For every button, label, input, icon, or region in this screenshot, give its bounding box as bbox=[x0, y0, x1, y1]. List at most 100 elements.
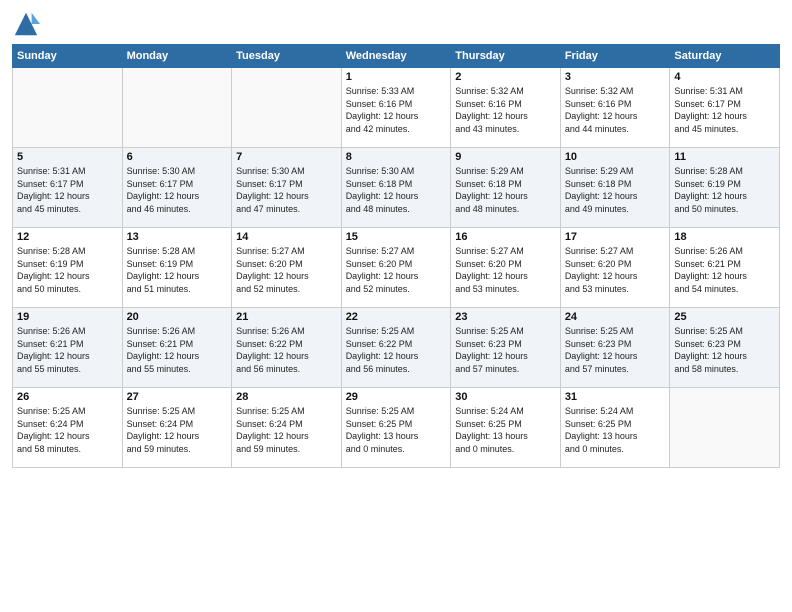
day-detail: Sunrise: 5:25 AM Sunset: 6:22 PM Dayligh… bbox=[346, 325, 447, 375]
calendar-cell: 1 Sunrise: 5:33 AM Sunset: 6:16 PM Daylig… bbox=[341, 68, 451, 148]
calendar-cell: 12 Sunrise: 5:28 AM Sunset: 6:19 PM Dayli… bbox=[13, 228, 123, 308]
weekday-header-row: SundayMondayTuesdayWednesdayThursdayFrid… bbox=[13, 45, 780, 68]
calendar-cell: 10 Sunrise: 5:29 AM Sunset: 6:18 PM Dayli… bbox=[560, 148, 670, 228]
calendar-cell: 25Sunrise: 5:25 AM Sunset: 6:23 PM Dayli… bbox=[670, 308, 780, 388]
calendar-cell: 29 Sunrise: 5:25 AM Sunset: 6:25 PM Dayli… bbox=[341, 388, 451, 468]
day-number: 24 bbox=[565, 311, 666, 323]
day-number: 9 bbox=[455, 151, 556, 163]
day-number: 2 bbox=[455, 71, 556, 83]
weekday-header: Monday bbox=[122, 45, 232, 68]
calendar-week-row: 5 Sunrise: 5:31 AM Sunset: 6:17 PM Daylig… bbox=[13, 148, 780, 228]
calendar-cell: 16 Sunrise: 5:27 AM Sunset: 6:20 PM Dayli… bbox=[451, 228, 561, 308]
calendar-cell: 8 Sunrise: 5:30 AM Sunset: 6:18 PM Daylig… bbox=[341, 148, 451, 228]
calendar-cell: 21 Sunrise: 5:26 AM Sunset: 6:22 PM Dayli… bbox=[232, 308, 342, 388]
day-number: 7 bbox=[236, 151, 337, 163]
logo bbox=[12, 10, 44, 38]
day-detail: Sunrise: 5:31 AM Sunset: 6:17 PM Dayligh… bbox=[674, 85, 775, 135]
day-number: 3 bbox=[565, 71, 666, 83]
day-detail: Sunrise: 5:24 AM Sunset: 6:25 PM Dayligh… bbox=[565, 405, 666, 455]
weekday-header: Tuesday bbox=[232, 45, 342, 68]
calendar-cell: 13 Sunrise: 5:28 AM Sunset: 6:19 PM Dayli… bbox=[122, 228, 232, 308]
day-detail: Sunrise: 5:25 AM Sunset: 6:24 PM Dayligh… bbox=[236, 405, 337, 455]
day-number: 8 bbox=[346, 151, 447, 163]
calendar-cell: 22 Sunrise: 5:25 AM Sunset: 6:22 PM Dayli… bbox=[341, 308, 451, 388]
calendar-cell: 4 Sunrise: 5:31 AM Sunset: 6:17 PM Daylig… bbox=[670, 68, 780, 148]
day-number: 12 bbox=[17, 231, 118, 243]
logo-icon bbox=[12, 10, 40, 38]
day-detail: Sunrise: 5:30 AM Sunset: 6:17 PM Dayligh… bbox=[236, 165, 337, 215]
calendar-cell: 31 Sunrise: 5:24 AM Sunset: 6:25 PM Dayli… bbox=[560, 388, 670, 468]
day-number: 23 bbox=[455, 311, 556, 323]
calendar-cell: 5 Sunrise: 5:31 AM Sunset: 6:17 PM Daylig… bbox=[13, 148, 123, 228]
day-detail: Sunrise: 5:30 AM Sunset: 6:18 PM Dayligh… bbox=[346, 165, 447, 215]
day-detail: Sunrise: 5:27 AM Sunset: 6:20 PM Dayligh… bbox=[455, 245, 556, 295]
day-detail: Sunrise: 5:28 AM Sunset: 6:19 PM Dayligh… bbox=[127, 245, 228, 295]
day-number: 10 bbox=[565, 151, 666, 163]
day-number: 26 bbox=[17, 391, 118, 403]
calendar-cell: 15 Sunrise: 5:27 AM Sunset: 6:20 PM Dayli… bbox=[341, 228, 451, 308]
weekday-header: Sunday bbox=[13, 45, 123, 68]
day-number: 29 bbox=[346, 391, 447, 403]
calendar-cell: 23Sunrise: 5:25 AM Sunset: 6:23 PM Dayli… bbox=[451, 308, 561, 388]
day-detail: Sunrise: 5:29 AM Sunset: 6:18 PM Dayligh… bbox=[455, 165, 556, 215]
calendar-cell bbox=[670, 388, 780, 468]
day-detail: Sunrise: 5:25 AM Sunset: 6:25 PM Dayligh… bbox=[346, 405, 447, 455]
day-number: 5 bbox=[17, 151, 118, 163]
day-detail: Sunrise: 5:27 AM Sunset: 6:20 PM Dayligh… bbox=[565, 245, 666, 295]
day-number: 6 bbox=[127, 151, 228, 163]
day-detail: Sunrise: 5:26 AM Sunset: 6:21 PM Dayligh… bbox=[127, 325, 228, 375]
calendar-cell: 19 Sunrise: 5:26 AM Sunset: 6:21 PM Dayli… bbox=[13, 308, 123, 388]
day-number: 1 bbox=[346, 71, 447, 83]
day-number: 17 bbox=[565, 231, 666, 243]
day-number: 16 bbox=[455, 231, 556, 243]
calendar-cell: 24Sunrise: 5:25 AM Sunset: 6:23 PM Dayli… bbox=[560, 308, 670, 388]
day-number: 25 bbox=[674, 311, 775, 323]
day-number: 13 bbox=[127, 231, 228, 243]
day-number: 21 bbox=[236, 311, 337, 323]
day-detail: Sunrise: 5:29 AM Sunset: 6:18 PM Dayligh… bbox=[565, 165, 666, 215]
day-number: 30 bbox=[455, 391, 556, 403]
day-number: 28 bbox=[236, 391, 337, 403]
day-number: 31 bbox=[565, 391, 666, 403]
day-detail: Sunrise: 5:26 AM Sunset: 6:22 PM Dayligh… bbox=[236, 325, 337, 375]
day-number: 4 bbox=[674, 71, 775, 83]
calendar-cell bbox=[13, 68, 123, 148]
page-container: SundayMondayTuesdayWednesdayThursdayFrid… bbox=[0, 0, 792, 478]
day-detail: Sunrise: 5:26 AM Sunset: 6:21 PM Dayligh… bbox=[674, 245, 775, 295]
day-detail: Sunrise: 5:31 AM Sunset: 6:17 PM Dayligh… bbox=[17, 165, 118, 215]
calendar-cell bbox=[122, 68, 232, 148]
calendar-cell: 18 Sunrise: 5:26 AM Sunset: 6:21 PM Dayli… bbox=[670, 228, 780, 308]
day-detail: Sunrise: 5:27 AM Sunset: 6:20 PM Dayligh… bbox=[346, 245, 447, 295]
day-number: 22 bbox=[346, 311, 447, 323]
day-number: 19 bbox=[17, 311, 118, 323]
calendar-cell: 20 Sunrise: 5:26 AM Sunset: 6:21 PM Dayli… bbox=[122, 308, 232, 388]
day-detail: Sunrise: 5:24 AM Sunset: 6:25 PM Dayligh… bbox=[455, 405, 556, 455]
calendar-week-row: 12 Sunrise: 5:28 AM Sunset: 6:19 PM Dayli… bbox=[13, 228, 780, 308]
day-detail: Sunrise: 5:26 AM Sunset: 6:21 PM Dayligh… bbox=[17, 325, 118, 375]
day-number: 15 bbox=[346, 231, 447, 243]
day-number: 20 bbox=[127, 311, 228, 323]
calendar-week-row: 1 Sunrise: 5:33 AM Sunset: 6:16 PM Daylig… bbox=[13, 68, 780, 148]
weekday-header: Friday bbox=[560, 45, 670, 68]
weekday-header: Saturday bbox=[670, 45, 780, 68]
calendar-cell: 28 Sunrise: 5:25 AM Sunset: 6:24 PM Dayli… bbox=[232, 388, 342, 468]
calendar-week-row: 26 Sunrise: 5:25 AM Sunset: 6:24 PM Dayli… bbox=[13, 388, 780, 468]
weekday-header: Thursday bbox=[451, 45, 561, 68]
calendar-week-row: 19 Sunrise: 5:26 AM Sunset: 6:21 PM Dayli… bbox=[13, 308, 780, 388]
calendar-cell: 2Sunrise: 5:32 AM Sunset: 6:16 PM Daylig… bbox=[451, 68, 561, 148]
calendar-cell: 7 Sunrise: 5:30 AM Sunset: 6:17 PM Daylig… bbox=[232, 148, 342, 228]
calendar-cell: 17 Sunrise: 5:27 AM Sunset: 6:20 PM Dayli… bbox=[560, 228, 670, 308]
calendar-cell: 6 Sunrise: 5:30 AM Sunset: 6:17 PM Daylig… bbox=[122, 148, 232, 228]
day-number: 18 bbox=[674, 231, 775, 243]
calendar-cell: 11Sunrise: 5:28 AM Sunset: 6:19 PM Dayli… bbox=[670, 148, 780, 228]
day-detail: Sunrise: 5:28 AM Sunset: 6:19 PM Dayligh… bbox=[17, 245, 118, 295]
day-detail: Sunrise: 5:30 AM Sunset: 6:17 PM Dayligh… bbox=[127, 165, 228, 215]
calendar-cell: 3Sunrise: 5:32 AM Sunset: 6:16 PM Daylig… bbox=[560, 68, 670, 148]
day-detail: Sunrise: 5:25 AM Sunset: 6:24 PM Dayligh… bbox=[127, 405, 228, 455]
day-detail: Sunrise: 5:33 AM Sunset: 6:16 PM Dayligh… bbox=[346, 85, 447, 135]
calendar-cell: 26Sunrise: 5:25 AM Sunset: 6:24 PM Dayli… bbox=[13, 388, 123, 468]
day-detail: Sunrise: 5:27 AM Sunset: 6:20 PM Dayligh… bbox=[236, 245, 337, 295]
day-detail: Sunrise: 5:28 AM Sunset: 6:19 PM Dayligh… bbox=[674, 165, 775, 215]
calendar-table: SundayMondayTuesdayWednesdayThursdayFrid… bbox=[12, 44, 780, 468]
calendar-cell: 9 Sunrise: 5:29 AM Sunset: 6:18 PM Daylig… bbox=[451, 148, 561, 228]
